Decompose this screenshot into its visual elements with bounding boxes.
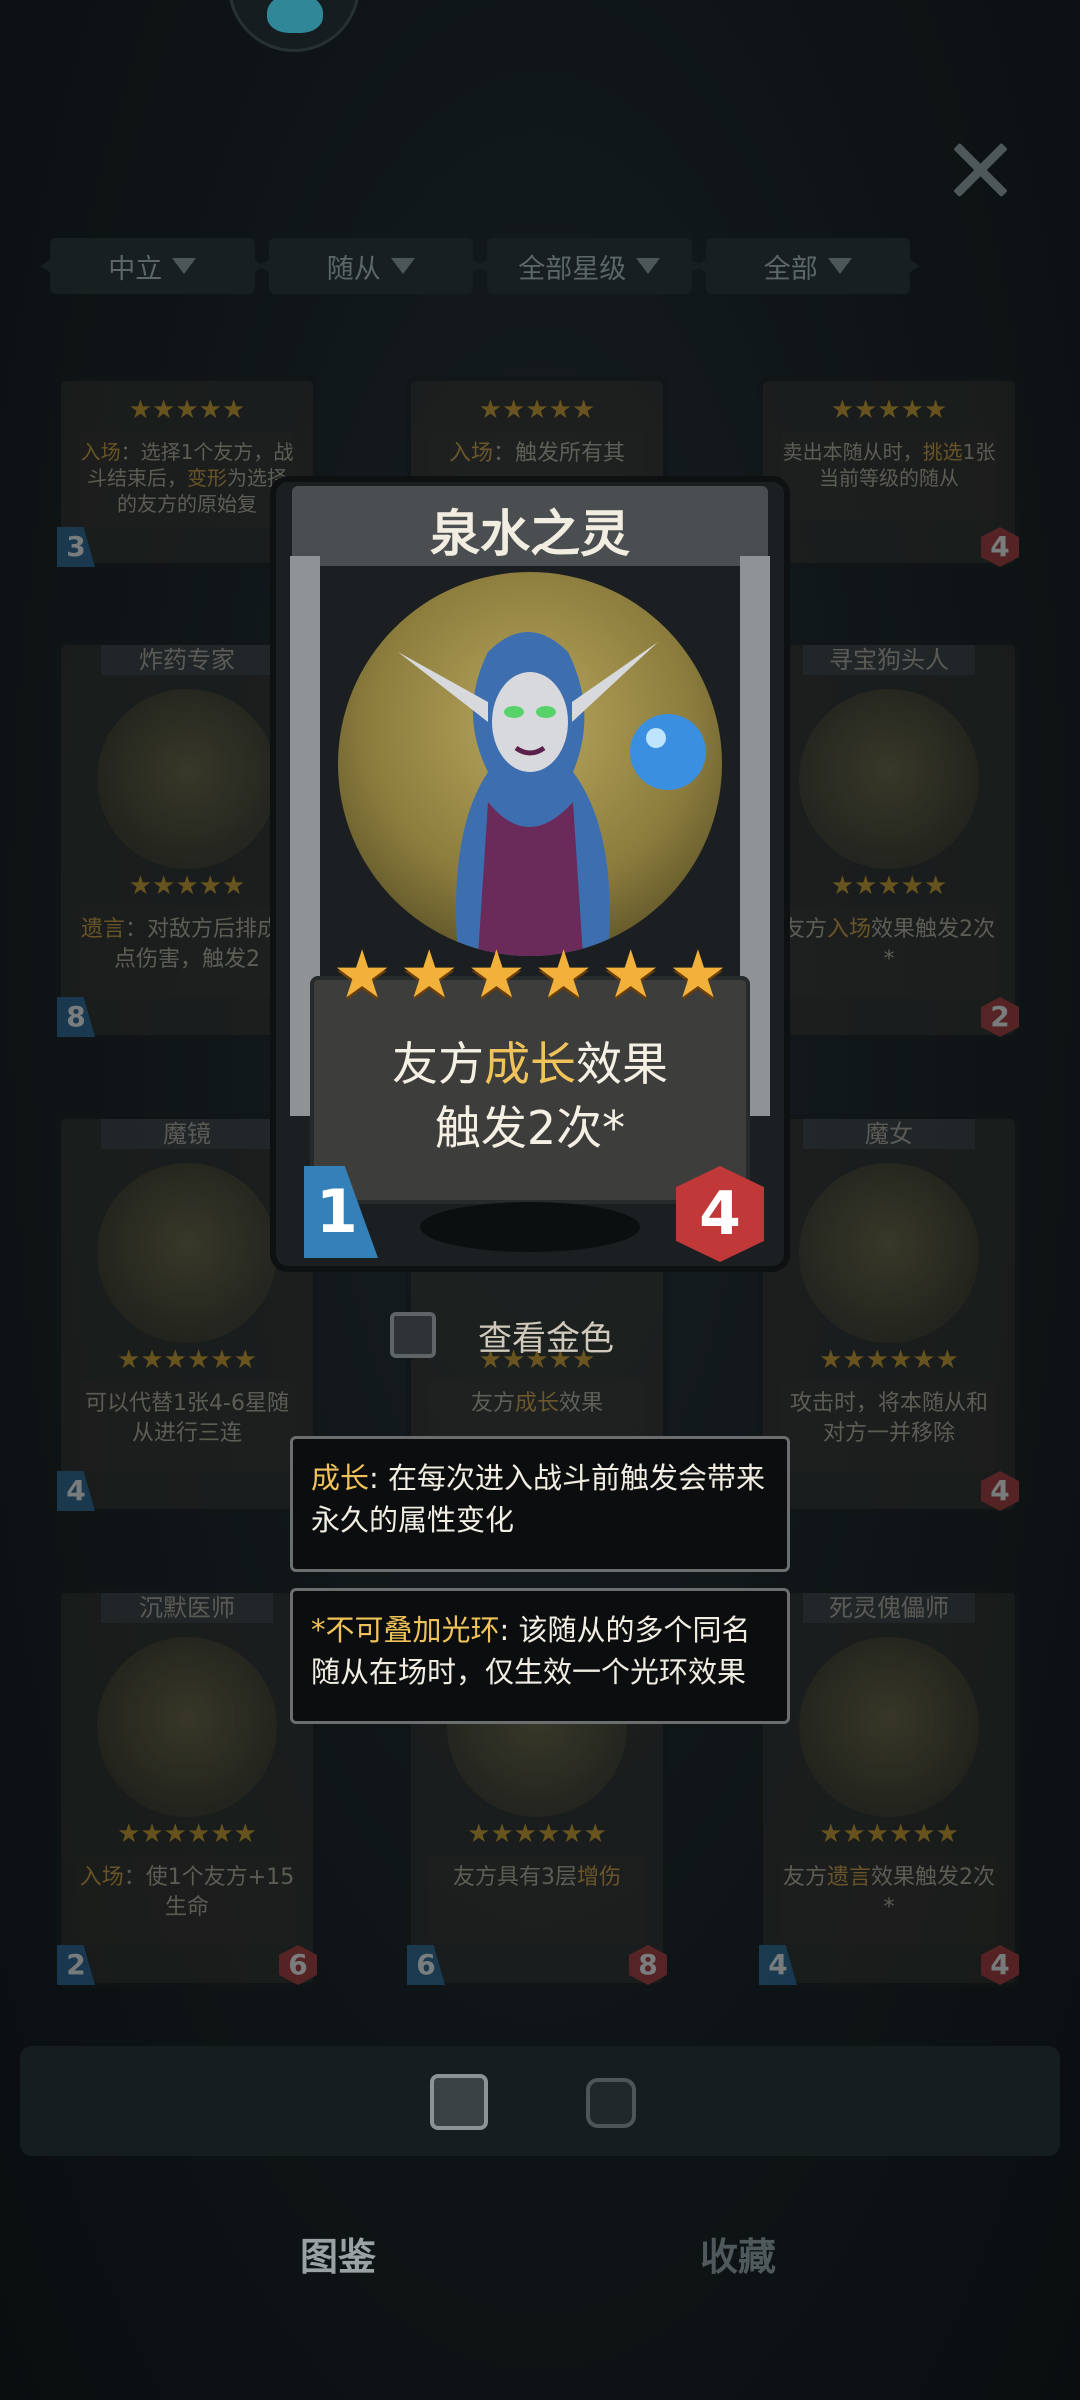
spring-spirit-portrait bbox=[398, 632, 706, 956]
bottom-toolbar bbox=[20, 2046, 1060, 2156]
golden-checkbox[interactable] bbox=[390, 1312, 436, 1358]
card-stars: ★ ★ ★ ★ ★ ★ bbox=[310, 940, 750, 1010]
golden-label: 查看金色 bbox=[478, 1318, 614, 1359]
tooltip-keyword: 成长 bbox=[311, 1461, 370, 1495]
keyword-tooltip-aura: *不可叠加光环: 该随从的多个同名随从在场时，仅生效一个光环效果 bbox=[290, 1588, 790, 1724]
keyword-tooltip-growth: 成长: 在每次进入战斗前触发会带来永久的属性变化 bbox=[290, 1436, 790, 1572]
tooltip-keyword: *不可叠加光环 bbox=[311, 1613, 500, 1647]
tab-collection[interactable]: 收藏 bbox=[700, 2226, 776, 2281]
card-name: 泉水之灵 bbox=[430, 505, 630, 563]
featured-card[interactable]: 泉水之灵 友方成长效果 触发2次* ★ ★ ★ ★ ★ ★ 1 4 bbox=[270, 476, 790, 1276]
card-portrait bbox=[338, 572, 722, 956]
star-icon: ★ bbox=[399, 936, 459, 1013]
star-icon: ★ bbox=[466, 936, 526, 1013]
star-icon: ★ bbox=[534, 936, 594, 1013]
star-icon: ★ bbox=[668, 936, 728, 1013]
view-golden-toggle[interactable]: 查看金色 bbox=[390, 1306, 710, 1364]
star-icon: ★ bbox=[332, 936, 392, 1013]
card-effect: 友方成长效果 触发2次* bbox=[392, 1037, 668, 1155]
tab-atlas[interactable]: 图鉴 bbox=[300, 2226, 376, 2281]
cards-icon[interactable] bbox=[430, 2074, 488, 2130]
star-icon: ★ bbox=[601, 936, 661, 1013]
tooltip-text: : 在每次进入战斗前触发会带来永久的属性变化 bbox=[311, 1461, 766, 1537]
card-shadow bbox=[420, 1202, 640, 1252]
avatar-frame-icon[interactable] bbox=[586, 2078, 636, 2128]
